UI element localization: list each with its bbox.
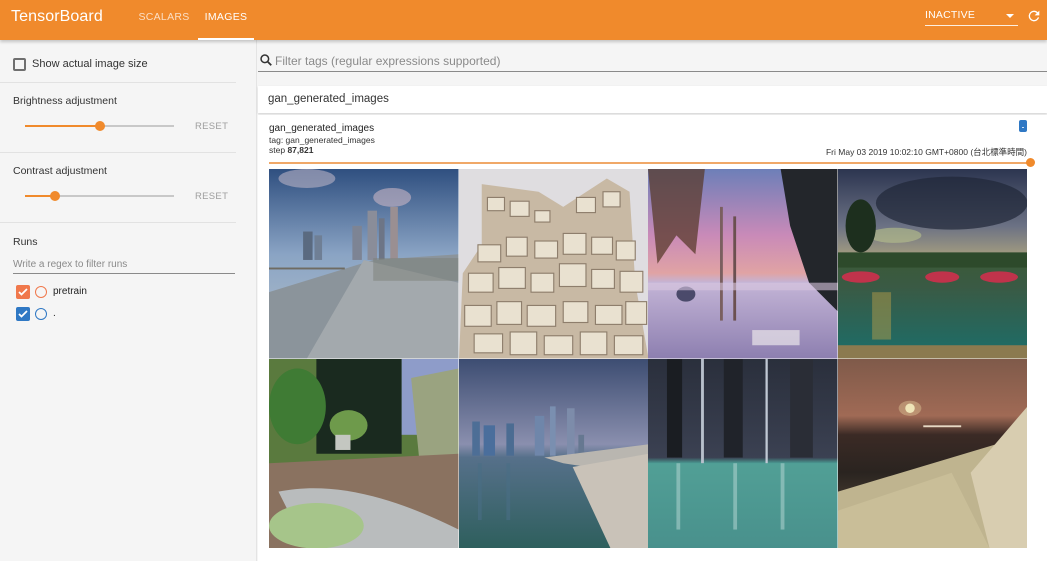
generated-image[interactable] <box>269 169 459 359</box>
tab-scalars[interactable]: SCALARS <box>130 0 198 40</box>
image-card: gan_generated_images tag: gan_generated_… <box>258 115 1047 561</box>
brightness-title: Brightness adjustment <box>13 95 117 107</box>
generated-image[interactable] <box>837 169 1027 359</box>
tag-group-title: gan_generated_images <box>268 93 389 105</box>
show-actual-size-checkbox[interactable] <box>13 58 26 71</box>
generated-image[interactable] <box>458 358 648 548</box>
tag-filter-input[interactable] <box>275 51 1035 71</box>
run-checkbox[interactable] <box>16 285 30 299</box>
run-checkbox[interactable] <box>16 307 30 321</box>
run-label: pretrain <box>53 286 87 297</box>
checkmark-icon <box>18 310 28 318</box>
search-icon <box>260 54 272 66</box>
brightness-slider[interactable] <box>25 120 174 132</box>
tab-images[interactable]: IMAGES <box>198 0 254 40</box>
contrast-slider[interactable] <box>25 190 174 202</box>
contrast-title: Contrast adjustment <box>13 165 107 177</box>
generated-image[interactable] <box>837 358 1027 548</box>
card-title: gan_generated_images <box>269 123 375 134</box>
refresh-icon[interactable] <box>1026 8 1042 24</box>
generated-image[interactable] <box>458 169 648 359</box>
step-value: 87,821 <box>287 145 314 155</box>
generated-image[interactable] <box>269 358 459 548</box>
app-title: TensorBoard <box>11 8 103 25</box>
run-label: . <box>53 308 56 319</box>
top-app-bar: TensorBoard SCALARS IMAGES INACTIVE <box>0 0 1047 40</box>
contrast-reset-button[interactable]: RESET <box>195 191 228 202</box>
image-grid <box>269 169 1027 548</box>
slider-fill <box>25 125 100 127</box>
brightness-reset-button[interactable]: RESET <box>195 121 228 132</box>
chevron-down-icon <box>1006 14 1014 18</box>
generated-image[interactable] <box>648 169 838 359</box>
card-timestamp: Fri May 03 2019 10:02:10 GMT+0800 (台北標準時… <box>825 147 1027 157</box>
expand-button[interactable] <box>1019 120 1027 132</box>
show-actual-size-label: Show actual image size <box>32 58 148 70</box>
main-panel: gan_generated_images gan_generated_image… <box>258 40 1047 561</box>
slider-fill <box>269 162 1030 164</box>
runs-filter-input[interactable] <box>13 256 235 274</box>
slider-thumb[interactable] <box>1026 158 1035 167</box>
brightness-section: Brightness adjustment RESET <box>0 83 236 153</box>
slider-thumb[interactable] <box>49 191 60 201</box>
show-actual-size-section: Show actual image size <box>0 40 236 83</box>
contrast-section: Contrast adjustment RESET <box>0 153 236 223</box>
inactive-dashboards-select[interactable]: INACTIVE <box>925 7 1018 26</box>
step-slider[interactable] <box>269 158 1035 168</box>
runs-title: Runs <box>13 236 38 248</box>
run-color-radio[interactable] <box>35 286 47 298</box>
runs-section: Runs pretrain . <box>0 223 236 333</box>
generated-image[interactable] <box>648 358 838 548</box>
run-color-radio[interactable] <box>35 308 47 320</box>
tag-filter <box>258 50 1047 72</box>
step-label: step <box>269 145 286 155</box>
checkmark-icon <box>18 288 28 296</box>
card-step: step 87,821 <box>269 145 313 155</box>
inactive-select-value: INACTIVE <box>925 9 976 21</box>
slider-thumb[interactable] <box>94 121 105 131</box>
sidebar: Show actual image size Brightness adjust… <box>0 40 257 561</box>
card-tag: tag: gan_generated_images <box>269 135 375 145</box>
tag-group-header[interactable]: gan_generated_images <box>258 86 1047 113</box>
